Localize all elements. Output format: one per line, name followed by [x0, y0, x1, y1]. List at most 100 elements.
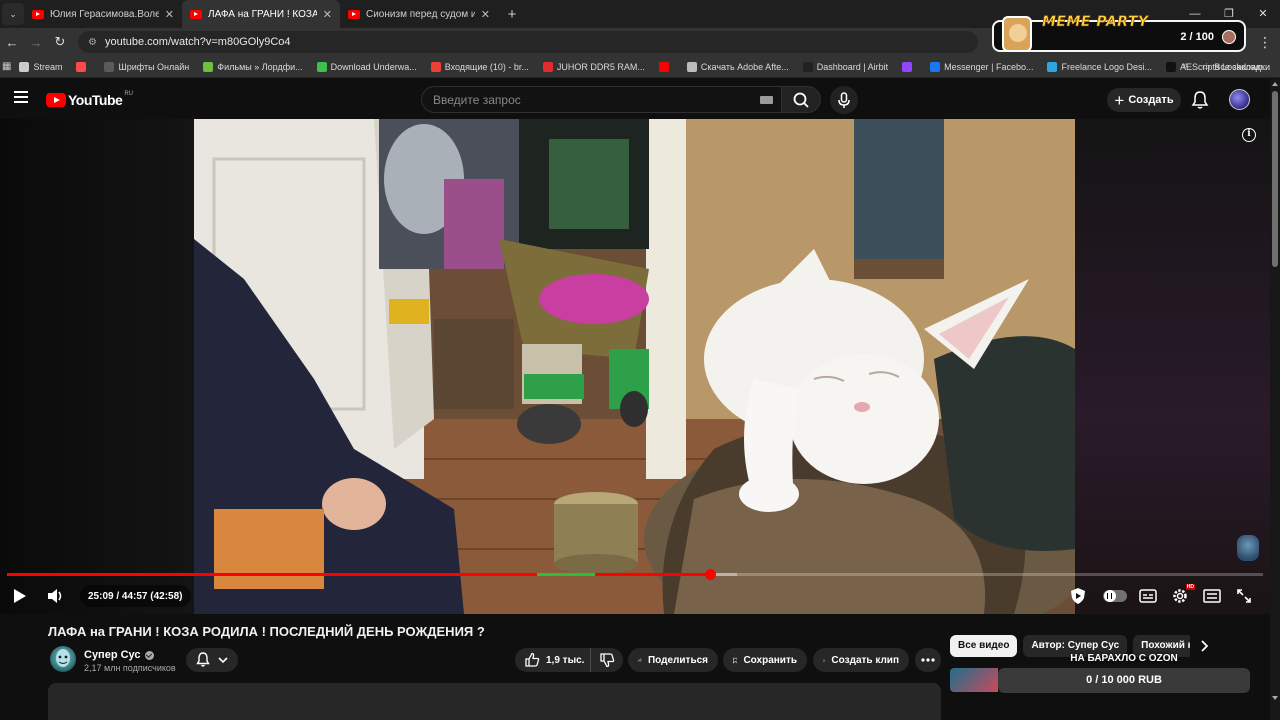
bookmark-item[interactable]: JUHOR DDR5 RAM... — [542, 61, 645, 72]
bookmark-favicon-icon — [902, 61, 913, 72]
play-button[interactable] — [8, 584, 32, 608]
info-icon[interactable]: i — [1242, 128, 1256, 142]
autoplay-toggle[interactable] — [1098, 584, 1128, 608]
bookmark-item[interactable]: Dashboard | Airbit — [802, 61, 889, 72]
apps-grid-icon[interactable]: ▦ — [2, 61, 11, 72]
time-display: 25:09 / 44:57 (42:58) — [80, 585, 191, 607]
settings-button[interactable]: HD — [1168, 584, 1195, 608]
bookmark-item[interactable] — [902, 61, 916, 72]
folder-icon: ▭ — [1201, 61, 1211, 71]
site-settings-icon[interactable]: ⚙ — [88, 37, 97, 48]
tab-title: Сионизм перед судом истори — [366, 8, 475, 20]
description-box[interactable] — [48, 683, 941, 720]
youtube-favicon-icon — [348, 9, 360, 19]
bookmark-label: Входящие (10) - br... — [444, 61, 529, 72]
bookmark-label: Download Underwa... — [330, 61, 417, 72]
search-input[interactable] — [422, 87, 722, 112]
bookmark-item[interactable]: Download Underwa... — [316, 61, 417, 72]
like-button[interactable]: 1,9 тыс. — [515, 648, 591, 672]
youtube-logo[interactable]: YouTube RU — [46, 91, 133, 108]
scissors-icon — [823, 658, 826, 662]
url-field[interactable]: ⚙ youtube.com/watch?v=m80GOly9Co4 — [78, 31, 978, 53]
close-window-icon[interactable]: ✕ — [1246, 0, 1280, 28]
create-button[interactable]: + Создать — [1107, 88, 1181, 112]
tab-search-chevron-icon[interactable]: ⌄ — [2, 3, 24, 25]
bookmark-item[interactable] — [658, 61, 673, 72]
video-frame[interactable] — [194, 119, 1075, 614]
tab-close-icon[interactable]: ✕ — [481, 8, 490, 21]
more-horizontal-icon — [921, 658, 935, 662]
progress-played — [7, 573, 710, 576]
video-player[interactable]: i — [0, 119, 1270, 614]
autoplay-switch[interactable] — [1103, 590, 1127, 602]
more-actions-button[interactable] — [915, 648, 941, 672]
browser-tab[interactable]: Сионизм перед судом истори ✕ — [340, 0, 498, 28]
voice-search-button[interactable] — [830, 86, 858, 114]
scrollbar-thumb[interactable] — [1272, 91, 1278, 267]
clip-button[interactable]: Создать клип — [813, 648, 909, 672]
thumbs-down-icon — [600, 653, 615, 668]
search-box — [421, 86, 781, 113]
all-bookmarks-button[interactable]: ▭ Все закладки — [1202, 61, 1270, 72]
bookmark-item[interactable]: Фильмы » Лордфи... — [203, 61, 303, 72]
bookmark-label: Dashboard | Airbit — [816, 61, 889, 72]
forward-icon[interactable]: → — [24, 35, 48, 50]
bookmarks-overflow-icon[interactable]: » — [1182, 60, 1188, 71]
youtube-wordmark: YouTube — [68, 92, 123, 108]
fullscreen-button[interactable] — [1232, 584, 1256, 608]
back-icon[interactable]: ← — [0, 35, 24, 50]
bookmark-favicon-icon — [542, 61, 553, 72]
bookmark-item[interactable]: Входящие (10) - br... — [430, 61, 529, 72]
bookmark-item[interactable]: Messenger | Facebo... — [930, 61, 1033, 72]
subtitles-button[interactable] — [1136, 584, 1160, 608]
sponsor-shield-button[interactable] — [1066, 584, 1090, 608]
bookmark-favicon-icon — [104, 61, 115, 72]
bookmark-item[interactable]: Stream — [19, 61, 62, 72]
bookmark-label: Freelance Logo Desi... — [1061, 61, 1153, 72]
new-tab-button[interactable]: + — [502, 6, 522, 23]
meme-party-widget: MEME PARTY 2 / 100 — [992, 14, 1246, 52]
browser-tab[interactable]: Юлия Герасимова.Волейбол и ✕ — [24, 0, 182, 28]
pause-icon — [1107, 593, 1112, 599]
subtitles-icon — [1139, 589, 1157, 603]
youtube-favicon-icon — [32, 9, 44, 19]
save-button[interactable]: Сохранить — [723, 648, 807, 672]
search-button[interactable] — [781, 86, 821, 113]
bookmark-favicon-icon — [1047, 61, 1058, 72]
bookmark-item[interactable] — [76, 61, 90, 72]
menu-icon[interactable] — [14, 91, 28, 103]
browser-tab-active[interactable]: ЛАФА на ГРАНИ ! КОЗА РОДИЛ ✕ — [182, 0, 340, 28]
share-button[interactable]: Поделиться — [628, 648, 718, 672]
bookmark-item[interactable]: Скачать Adobe Afte... — [686, 61, 789, 72]
play-icon — [14, 589, 26, 603]
volume-button[interactable] — [44, 584, 68, 608]
recommended-video-thumbnail[interactable] — [950, 668, 998, 692]
save-label: Сохранить — [743, 654, 797, 666]
microphone-icon — [838, 92, 850, 108]
doge-icon — [1002, 16, 1032, 52]
account-avatar[interactable] — [1229, 89, 1250, 110]
share-icon — [638, 658, 642, 662]
tab-close-icon[interactable]: ✕ — [165, 8, 174, 21]
like-dislike-group: 1,9 тыс. — [515, 648, 623, 672]
progress-scrubber[interactable] — [704, 569, 716, 580]
channel-watermark-icon[interactable] — [1237, 535, 1259, 561]
share-label: Поделиться — [647, 654, 708, 666]
keyboard-icon[interactable] — [760, 96, 773, 104]
search-icon — [793, 92, 809, 108]
scroll-down-icon[interactable] — [1272, 696, 1278, 700]
page-scrollbar[interactable] — [1270, 79, 1280, 720]
progress-bar[interactable] — [7, 569, 1263, 580]
notifications-bell-icon[interactable] — [1191, 90, 1209, 113]
chips-next-button[interactable] — [1196, 638, 1212, 654]
bookmark-favicon-icon — [430, 61, 441, 72]
tab-close-icon[interactable]: ✕ — [323, 8, 332, 21]
bookmark-item[interactable]: Шрифты Онлайн — [104, 61, 189, 72]
reload-icon[interactable]: ↻ — [48, 34, 72, 50]
scroll-up-icon[interactable] — [1272, 82, 1278, 86]
bookmark-item[interactable]: Freelance Logo Desi... — [1047, 61, 1153, 72]
chevron-right-icon — [1201, 640, 1208, 652]
browser-menu-icon[interactable]: ⋮ — [1258, 34, 1272, 51]
dislike-button[interactable] — [591, 648, 623, 672]
miniplayer-button[interactable] — [1200, 584, 1224, 608]
